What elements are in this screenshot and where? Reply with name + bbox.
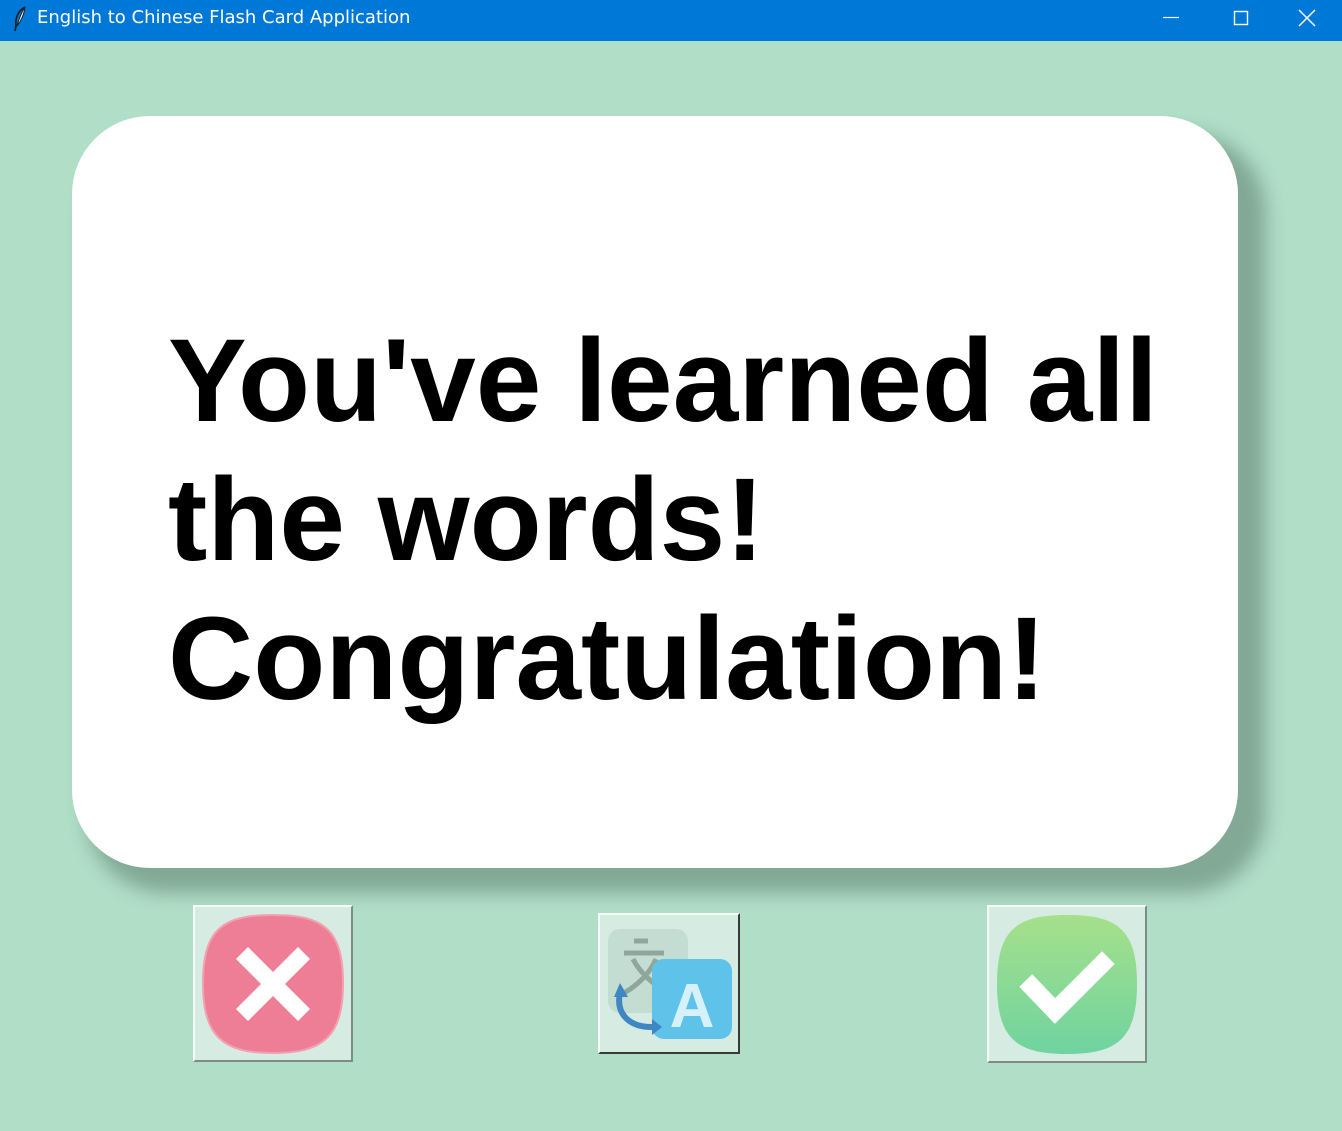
minimize-icon — [1163, 16, 1179, 19]
close-button[interactable] — [1274, 0, 1342, 41]
card-message: You've learned all the words! Congratula… — [168, 315, 1158, 725]
maximize-icon — [1233, 10, 1249, 26]
maximize-button[interactable] — [1206, 0, 1274, 41]
title-bar[interactable]: English to Chinese Flash Card Applicatio… — [0, 0, 1342, 41]
translate-button[interactable]: A — [598, 913, 740, 1054]
window-title: English to Chinese Flash Card Applicatio… — [37, 7, 411, 28]
right-button[interactable] — [987, 905, 1147, 1063]
minimize-button[interactable] — [1138, 0, 1206, 41]
feather-icon — [12, 6, 28, 32]
checkmark-icon — [997, 915, 1137, 1054]
cross-icon — [201, 913, 345, 1055]
wrong-button[interactable] — [193, 905, 353, 1062]
close-icon — [1298, 9, 1316, 27]
svg-text:A: A — [670, 972, 715, 1041]
translate-icon: A — [608, 929, 732, 1041]
